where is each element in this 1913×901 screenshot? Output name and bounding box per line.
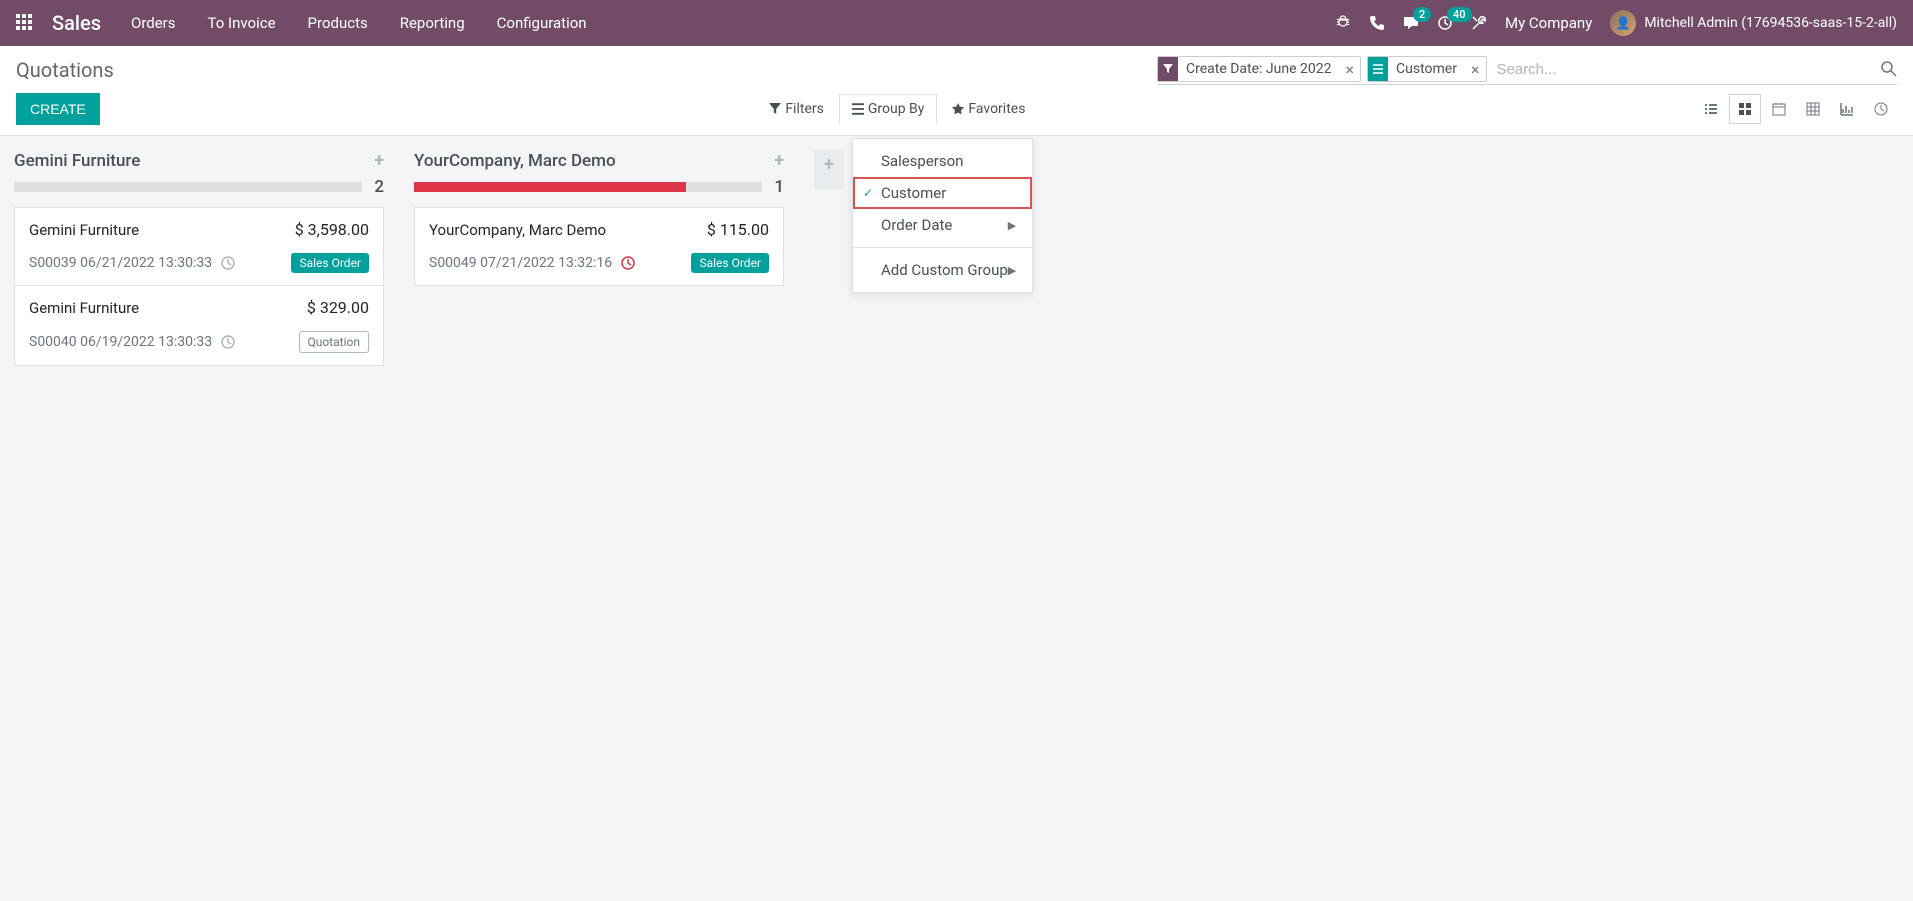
kanban-view-icon[interactable]: [1729, 94, 1761, 124]
status-badge: Quotation: [299, 331, 369, 353]
column-add-icon[interactable]: +: [774, 150, 784, 171]
search-input[interactable]: [1493, 59, 1882, 80]
activities-icon[interactable]: 40: [1437, 15, 1453, 31]
search-facet-groupby[interactable]: Customer ×: [1367, 56, 1486, 82]
kanban-card[interactable]: Gemini Furniture $ 329.00 S00040 06/19/2…: [14, 285, 384, 366]
facet-label: Create Date: June 2022: [1178, 58, 1339, 80]
caret-right-icon: ▶: [1008, 219, 1016, 232]
card-amount: $ 3,598.00: [295, 220, 369, 239]
search-bar: Create Date: June 2022 × Customer ×: [1157, 54, 1897, 85]
column-title[interactable]: Gemini Furniture: [14, 151, 374, 171]
column-progress-bar[interactable]: [414, 182, 762, 192]
add-custom-group[interactable]: Add Custom Group ▶: [853, 254, 1032, 286]
control-panel: Quotations Create Date: June 2022 × Cust…: [0, 46, 1913, 136]
nav-reporting[interactable]: Reporting: [400, 14, 465, 32]
navbar: Sales Orders To Invoice Products Reporti…: [0, 0, 1913, 46]
kanban-card[interactable]: YourCompany, Marc Demo $ 115.00 S00049 0…: [414, 207, 784, 286]
groupby-dropdown: Salesperson ✓ Customer Order Date ▶ Add …: [852, 138, 1033, 293]
list-view-icon[interactable]: [1695, 94, 1727, 124]
nav-configuration[interactable]: Configuration: [497, 14, 587, 32]
card-title: Gemini Furniture: [29, 221, 139, 239]
search-icon[interactable]: [1881, 61, 1897, 77]
tools-icon[interactable]: [1471, 15, 1487, 31]
column-progress-bar[interactable]: [14, 182, 362, 192]
nav-to-invoice[interactable]: To Invoice: [208, 14, 276, 32]
facet-remove[interactable]: ×: [1339, 60, 1360, 79]
column-add-icon[interactable]: +: [374, 150, 384, 171]
add-column[interactable]: +: [814, 150, 844, 190]
column-count: 2: [374, 177, 384, 197]
favorites-button[interactable]: Favorites: [939, 94, 1038, 124]
create-button[interactable]: CREATE: [16, 93, 100, 125]
kanban-card[interactable]: Gemini Furniture $ 3,598.00 S00039 06/21…: [14, 207, 384, 285]
nav-orders[interactable]: Orders: [131, 14, 176, 32]
view-switcher: [1695, 94, 1897, 124]
divider: [853, 247, 1032, 248]
groupby-order-date[interactable]: Order Date ▶: [853, 209, 1032, 241]
nav-products[interactable]: Products: [308, 14, 368, 32]
pivot-view-icon[interactable]: [1797, 94, 1829, 124]
column-title[interactable]: YourCompany, Marc Demo: [414, 151, 774, 171]
kanban-column: YourCompany, Marc Demo + 1 YourCompany, …: [414, 150, 784, 286]
status-badge: Sales Order: [291, 253, 369, 273]
user-menu[interactable]: 👤 Mitchell Admin (17694536-saas-15-2-all…: [1610, 10, 1897, 36]
groupby-customer[interactable]: ✓ Customer: [853, 177, 1032, 209]
card-reference: S00049 07/21/2022 13:32:16: [429, 255, 612, 271]
calendar-view-icon[interactable]: [1763, 94, 1795, 124]
page-title: Quotations: [16, 58, 114, 82]
kanban-column: Gemini Furniture + 2 Gemini Furniture $ …: [14, 150, 384, 366]
groupby-salesperson[interactable]: Salesperson: [853, 145, 1032, 177]
card-reference: S00039 06/21/2022 13:30:33: [29, 255, 212, 271]
bug-icon[interactable]: [1335, 15, 1351, 31]
groupby-button[interactable]: Group By: [839, 94, 938, 124]
graph-view-icon[interactable]: [1831, 94, 1863, 124]
card-amount: $ 115.00: [707, 220, 769, 239]
messages-badge: 2: [1413, 7, 1431, 22]
clock-icon[interactable]: [220, 334, 236, 350]
card-title: Gemini Furniture: [29, 299, 139, 317]
facet-label: Customer: [1388, 58, 1465, 80]
clock-icon[interactable]: [220, 255, 236, 271]
search-toolbar: Filters Group By Favorites: [756, 94, 1038, 124]
apps-icon[interactable]: [16, 14, 34, 32]
user-name: Mitchell Admin (17694536-saas-15-2-all): [1644, 15, 1897, 31]
avatar: 👤: [1610, 10, 1636, 36]
groupby-icon: [1368, 57, 1388, 81]
company-selector[interactable]: My Company: [1505, 14, 1592, 32]
clock-icon[interactable]: [620, 255, 636, 271]
card-amount: $ 329.00: [307, 298, 369, 317]
activities-badge: 40: [1447, 7, 1472, 22]
messages-icon[interactable]: 2: [1403, 15, 1419, 31]
facet-remove[interactable]: ×: [1465, 60, 1486, 79]
nav-menu: Orders To Invoice Products Reporting Con…: [131, 14, 587, 32]
plus-icon: +: [824, 154, 834, 175]
activity-view-icon[interactable]: [1865, 94, 1897, 124]
column-count: 1: [774, 177, 784, 197]
status-badge: Sales Order: [691, 253, 769, 273]
phone-icon[interactable]: [1369, 15, 1385, 31]
filters-button[interactable]: Filters: [756, 94, 837, 124]
check-icon: ✓: [863, 186, 873, 200]
search-facet-filter[interactable]: Create Date: June 2022 ×: [1157, 56, 1361, 82]
card-reference: S00040 06/19/2022 13:30:33: [29, 334, 212, 350]
filter-icon: [1158, 57, 1178, 81]
caret-right-icon: ▶: [1008, 264, 1016, 277]
card-title: YourCompany, Marc Demo: [429, 221, 606, 239]
app-brand[interactable]: Sales: [52, 11, 101, 35]
